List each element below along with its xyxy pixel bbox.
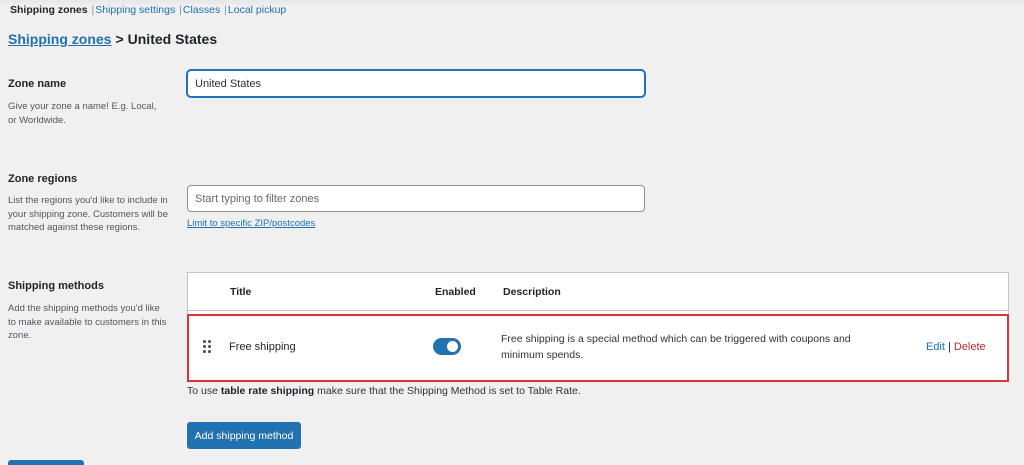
zone-regions-description: List the regions you'd like to include i…: [8, 195, 168, 233]
add-shipping-method-button[interactable]: Add shipping method: [187, 422, 301, 449]
zone-regions-label: Zone regions: [8, 173, 78, 185]
table-rate-note: To use table rate shipping make sure tha…: [187, 385, 581, 397]
zone-name-input[interactable]: [187, 70, 645, 97]
subnav: Shipping zones |Shipping settings |Class…: [10, 4, 286, 16]
subnav-separator: |: [179, 4, 182, 16]
row-actions: Edit | Delete: [926, 341, 986, 353]
note-suffix: make sure that the Shipping Method is se…: [314, 385, 581, 397]
zone-name-label: Zone name: [8, 78, 67, 90]
zone-regions-input[interactable]: [187, 185, 645, 212]
toggle-knob: [447, 341, 458, 352]
note-bold: table rate shipping: [220, 385, 315, 397]
breadcrumb-current: United States: [127, 31, 218, 47]
save-button[interactable]: [8, 460, 84, 465]
table-row: Free shipping Free shipping is a special…: [187, 314, 1009, 382]
method-description: Free shipping is a special method which …: [501, 333, 851, 361]
action-separator: |: [947, 341, 951, 353]
subnav-separator: |: [224, 4, 227, 16]
subnav-link-classes[interactable]: Classes: [183, 4, 220, 16]
zone-name-description: Give your zone a name! E.g. Local, or Wo…: [8, 101, 157, 126]
subnav-separator: |: [91, 4, 95, 16]
method-title: Free shipping: [229, 341, 296, 353]
subnav-current: Shipping zones: [10, 4, 88, 16]
limit-zip-postcodes-link[interactable]: Limit to specific ZIP/postcodes: [187, 218, 315, 229]
column-header-enabled: Enabled: [435, 286, 476, 298]
subnav-link-shipping-settings[interactable]: Shipping settings: [95, 4, 175, 16]
shipping-methods-table: Title Enabled Description Free shipping …: [187, 272, 1009, 382]
delete-link[interactable]: Delete: [954, 341, 986, 353]
drag-handle-icon[interactable]: [203, 340, 213, 354]
column-header-title: Title: [230, 286, 252, 298]
subnav-link-local-pickup[interactable]: Local pickup: [228, 4, 286, 16]
breadcrumb-separator: >: [115, 31, 124, 47]
breadcrumb: Shipping zones > United States: [8, 31, 217, 47]
note-prefix: To use: [187, 385, 221, 397]
breadcrumb-link-shipping-zones[interactable]: Shipping zones: [8, 31, 111, 47]
shipping-methods-label: Shipping methods: [8, 280, 104, 292]
enabled-toggle[interactable]: [433, 338, 461, 355]
edit-link[interactable]: Edit: [926, 341, 945, 353]
column-header-description: Description: [503, 286, 561, 298]
shipping-methods-description: Add the shipping methods you'd like to m…: [8, 303, 167, 341]
table-header: Title Enabled Description: [188, 273, 1008, 311]
